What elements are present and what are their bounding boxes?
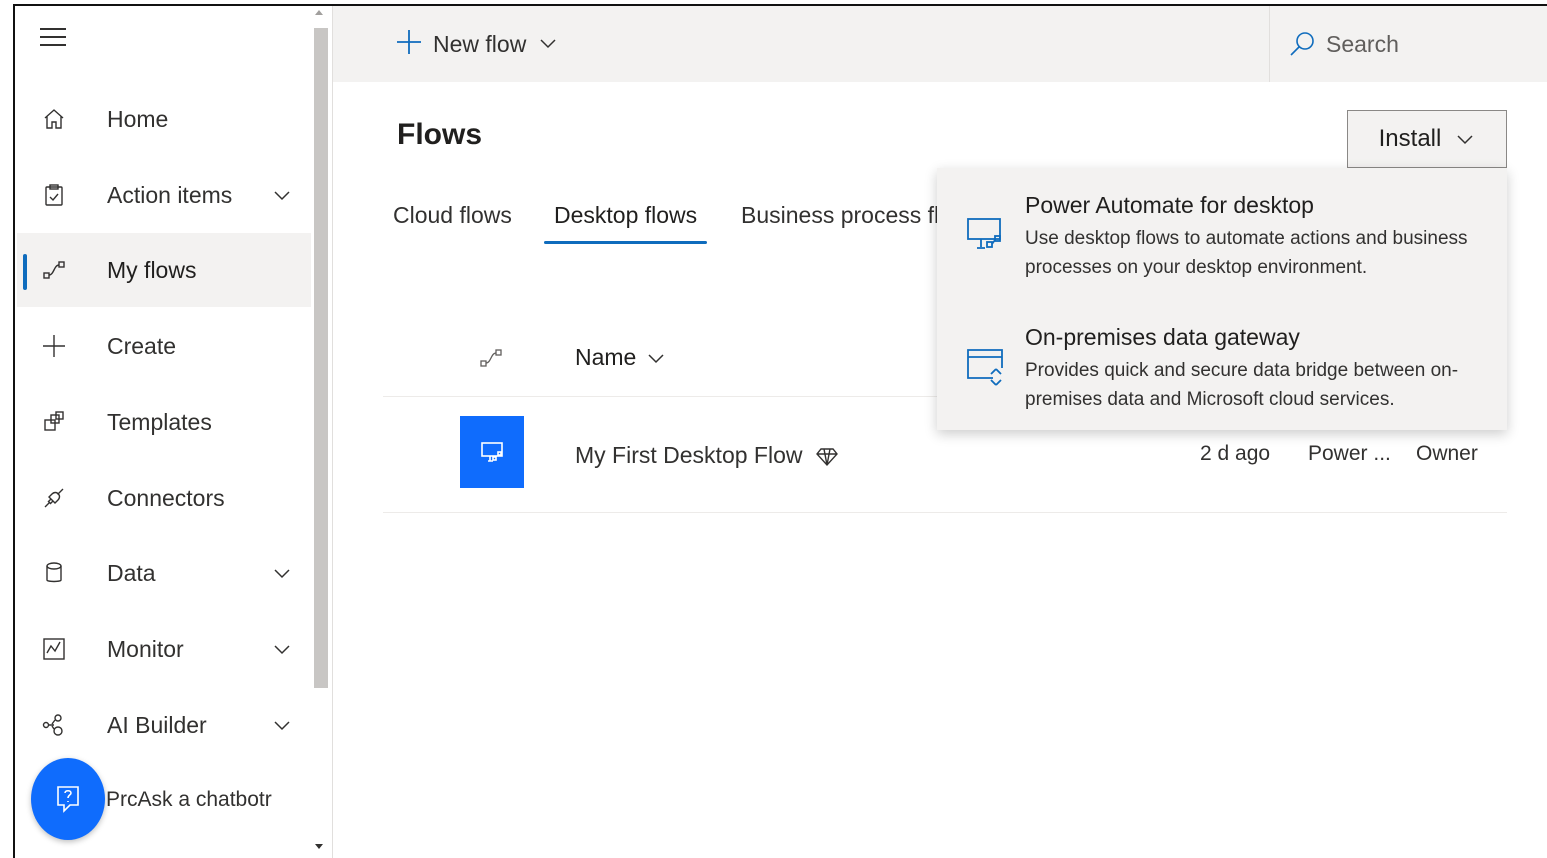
sidebar-item-label: My flows xyxy=(107,256,197,283)
modified-cell: 2 d ago xyxy=(1200,442,1271,465)
sidebar-item-home[interactable]: Home xyxy=(17,82,311,156)
sidebar-item-monitor[interactable]: Monitor xyxy=(17,612,311,686)
menu-item-title: On-premises data gateway xyxy=(1025,324,1300,350)
sidebar-item-label: Data xyxy=(107,559,156,586)
install-dropdown-menu: Power Automate for desktop Use desktop f… xyxy=(937,168,1507,430)
chevron-down-icon[interactable] xyxy=(271,184,293,206)
chatbot-label[interactable]: PrcAsk a chatbotr xyxy=(106,788,272,812)
plus-icon xyxy=(39,331,69,361)
sidebar-item-label: Home xyxy=(107,105,169,132)
tab-desktop-flows[interactable]: Desktop flows xyxy=(554,202,697,229)
page-title: Flows xyxy=(397,118,483,151)
row-divider xyxy=(383,512,1507,513)
desktop-flow-icon xyxy=(963,212,1007,256)
scroll-up-arrow-icon[interactable] xyxy=(315,10,323,15)
sidebar-item-ai-builder[interactable]: AI Builder xyxy=(17,688,311,762)
sidebar-item-label: Templates xyxy=(107,408,212,435)
menu-item-title: Power Automate for desktop xyxy=(1025,192,1314,218)
flow-type-column-icon xyxy=(477,344,505,372)
new-flow-button[interactable]: New flow xyxy=(395,26,558,62)
left-nav: Home Action items My flows Create Templa… xyxy=(15,6,333,858)
sidebar-item-my-flows[interactable]: My flows xyxy=(17,233,311,307)
gateway-icon xyxy=(963,344,1007,388)
home-icon xyxy=(39,104,69,134)
sidebar-item-label: Create xyxy=(107,332,177,359)
connector-icon xyxy=(39,483,69,513)
active-tab-indicator xyxy=(544,241,707,244)
templates-icon xyxy=(39,407,69,437)
premium-diamond-icon xyxy=(816,447,839,466)
menu-item-description: Provides quick and secure data bridge be… xyxy=(1025,360,1459,410)
chatbot-icon xyxy=(57,786,79,813)
sidebar-item-data[interactable]: Data xyxy=(17,536,311,610)
install-label: Install xyxy=(1378,125,1442,152)
database-icon xyxy=(39,558,69,588)
name-column-header[interactable]: Name xyxy=(575,344,666,371)
sidebar-item-label: Monitor xyxy=(107,635,184,662)
flow-name: My First Desktop Flow xyxy=(575,442,803,468)
chevron-down-icon[interactable] xyxy=(271,638,293,660)
menu-item-power-automate-desktop[interactable]: Power Automate for desktop Use desktop f… xyxy=(937,168,1507,298)
scroll-thumb[interactable] xyxy=(314,28,328,688)
clipboard-icon xyxy=(39,180,69,210)
search-icon xyxy=(1290,32,1314,56)
sidebar-item-label: Action items xyxy=(107,181,233,208)
plus-icon xyxy=(395,28,423,61)
ai-builder-icon xyxy=(39,710,69,740)
new-flow-label: New flow xyxy=(433,30,527,57)
sidebar-item-action-items[interactable]: Action items xyxy=(17,158,311,232)
app-window: Home Action items My flows Create Templa… xyxy=(13,4,1547,858)
desktop-flow-icon xyxy=(481,442,503,462)
flow-name-link[interactable]: My First Desktop Flow xyxy=(575,442,839,469)
chatbot-button[interactable] xyxy=(31,758,105,840)
monitor-chart-icon xyxy=(39,634,69,664)
menu-item-description: Use desktop flows to automate actions an… xyxy=(1025,228,1468,278)
chevron-down-icon[interactable] xyxy=(271,562,293,584)
hamburger-menu-icon[interactable] xyxy=(40,28,66,50)
type-cell: Power ... xyxy=(1308,442,1391,465)
search-box[interactable]: Search xyxy=(1269,6,1547,82)
command-bar: New flow Search xyxy=(333,6,1547,82)
tab-business-process-flows[interactable]: Business process flo xyxy=(741,202,937,229)
menu-item-data-gateway[interactable]: On-premises data gateway Provides quick … xyxy=(937,300,1507,430)
name-column-label: Name xyxy=(575,344,637,370)
desktop-flow-tile xyxy=(460,416,524,488)
sidebar-scrollbar[interactable] xyxy=(311,6,331,858)
sidebar-item-templates[interactable]: Templates xyxy=(17,385,311,459)
chevron-down-icon[interactable] xyxy=(271,714,293,736)
search-placeholder: Search xyxy=(1326,30,1399,57)
owner-cell: Owner xyxy=(1416,442,1478,465)
tab-cloud-flows[interactable]: Cloud flows xyxy=(393,202,512,229)
chevron-down-icon xyxy=(648,353,664,363)
install-button[interactable]: Install xyxy=(1347,110,1507,168)
sidebar-item-label: AI Builder xyxy=(107,711,207,738)
sidebar-item-label: Connectors xyxy=(107,484,225,511)
chevron-down-icon xyxy=(526,31,558,58)
sidebar-item-create[interactable]: Create xyxy=(17,309,311,383)
scroll-down-arrow-icon[interactable] xyxy=(315,844,323,849)
chevron-down-icon xyxy=(1457,135,1473,145)
sidebar-item-connectors[interactable]: Connectors xyxy=(17,461,311,535)
flow-icon xyxy=(39,255,69,285)
